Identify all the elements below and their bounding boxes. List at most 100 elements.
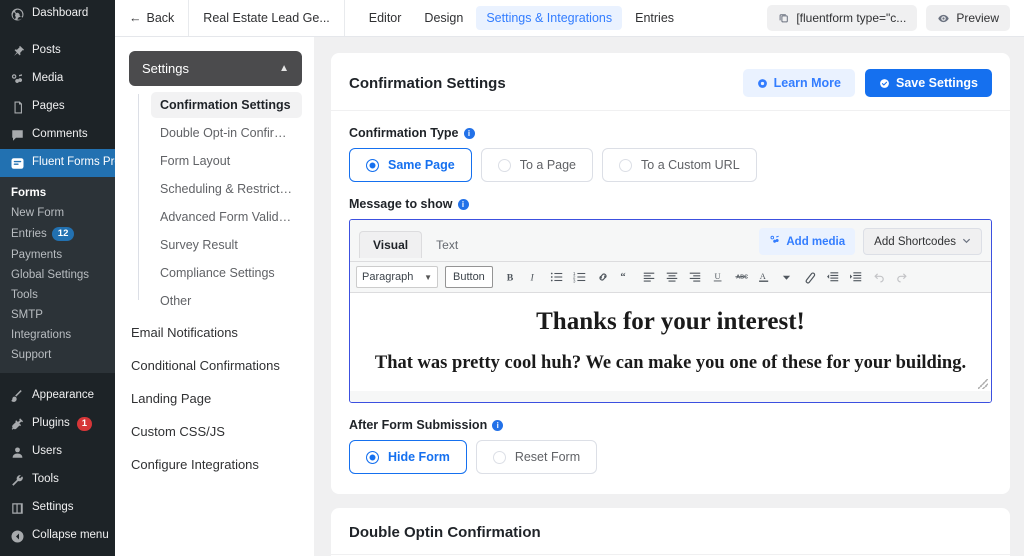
outdent-icon[interactable] [822,266,844,288]
settings-item-double-optin[interactable]: Double Opt-in Confirma... [151,120,302,146]
settings-item-configure-integrations[interactable]: Configure Integrations [129,448,302,481]
underline-icon[interactable]: U [707,266,729,288]
chevron-down-icon [962,236,971,248]
chevron-down-icon: ▼ [424,272,432,282]
editor-resize-handle[interactable] [978,379,988,389]
sidebar-item-users[interactable]: Users [0,438,115,466]
paragraph-format-select[interactable]: Paragraph ▼ [356,266,438,288]
bold-icon[interactable]: B [500,266,522,288]
sidebar-item-label: Dashboard [32,7,89,20]
submenu-item-global-settings[interactable]: Global Settings [0,265,115,285]
info-icon[interactable]: i [492,419,504,431]
sidebar-item-media[interactable]: Media [0,65,115,93]
sidebar-item-plugins[interactable]: Plugins 1 [0,410,115,438]
editor-tab-visual[interactable]: Visual [359,231,423,258]
sidebar-item-posts[interactable]: Posts [0,37,115,65]
settings-item-advanced-form-validation[interactable]: Advanced Form Validati... [151,204,302,230]
preview-button[interactable]: Preview [926,5,1010,31]
sidebar-item-comments[interactable]: Comments [0,121,115,149]
settings-item-form-layout[interactable]: Form Layout [151,148,302,174]
settings-item-compliance-settings[interactable]: Compliance Settings [151,260,302,286]
submenu-item-label: Tools [11,289,38,301]
bulleted-list-icon[interactable] [546,266,568,288]
settings-item-conditional-confirmations[interactable]: Conditional Confirmations [129,349,302,382]
submenu-item-payments[interactable]: Payments [0,245,115,265]
submenu-item-label: Forms [11,187,47,199]
undo-icon[interactable] [868,266,890,288]
insert-button-button[interactable]: Button [445,266,493,288]
settings-item-scheduling-restrictions[interactable]: Scheduling & Restrictions [151,176,302,202]
settings-group-header[interactable]: Settings ▲ [129,51,302,86]
tab-settings-integrations[interactable]: Settings & Integrations [476,6,623,30]
sidebar-item-pages[interactable]: Pages [0,93,115,121]
italic-icon[interactable]: I [523,266,545,288]
strikethrough-icon[interactable]: ABC [730,266,752,288]
editor-tab-text[interactable]: Text [422,231,472,258]
double-optin-title: Double Optin Confirmation [349,524,541,541]
save-settings-button[interactable]: Save Settings [865,69,992,97]
media-icon [769,234,781,249]
settings-item-confirmation-settings[interactable]: Confirmation Settings [151,92,302,118]
info-icon[interactable]: i [457,198,469,210]
add-shortcodes-button[interactable]: Add Shortcodes [863,228,982,255]
radio-to-a-page[interactable]: To a Page [480,148,594,182]
learn-more-button[interactable]: Learn More [742,69,856,97]
confirmation-settings-card: Confirmation Settings Learn More Save Se… [331,53,1010,494]
settings-item-other[interactable]: Other [151,288,302,314]
info-icon[interactable]: i [463,127,475,139]
settings-item-custom-css-js[interactable]: Custom CSS/JS [129,415,302,448]
sidebar-item-tools[interactable]: Tools [0,466,115,494]
sidebar-item-appearance[interactable]: Appearance [0,382,115,410]
radio-to-a-custom-url[interactable]: To a Custom URL [602,148,757,182]
blockquote-icon[interactable]: “ [615,266,637,288]
chevron-down-icon[interactable] [776,266,798,288]
link-icon[interactable] [592,266,614,288]
submenu-item-forms[interactable]: Forms [0,183,115,203]
add-media-button[interactable]: Add media [759,228,856,255]
settings-item-landing-page[interactable]: Landing Page [129,382,302,415]
radio-reset-form[interactable]: Reset Form [475,440,598,474]
clear-formatting-icon[interactable] [799,266,821,288]
sidebar-item-label: Comments [32,128,88,141]
svg-text:I: I [529,273,534,284]
submenu-item-label: Entries [11,228,47,240]
shortcode-copy-button[interactable]: [fluentform type="c... [767,5,918,31]
editor-content-area[interactable]: Thanks for your interest! That was prett… [350,293,991,391]
svg-text:3: 3 [573,278,576,283]
add-shortcodes-label: Add Shortcodes [874,235,956,248]
submenu-item-integrations[interactable]: Integrations [0,325,115,345]
settings-item-email-notifications[interactable]: Email Notifications [129,316,302,349]
align-right-icon[interactable] [684,266,706,288]
indent-icon[interactable] [845,266,867,288]
radio-same-page[interactable]: Same Page [349,148,472,182]
tab-design[interactable]: Design [414,6,473,30]
submenu-item-support[interactable]: Support [0,345,115,365]
align-center-icon[interactable] [661,266,683,288]
settings-item-survey-result[interactable]: Survey Result [151,232,302,258]
editor-toolbar: Paragraph ▼ Button B I 123 “ U ABC A [350,261,991,293]
settings-panel: Confirmation Settings Learn More Save Se… [315,37,1024,556]
tab-editor[interactable]: Editor [359,6,412,30]
topbar-tabs: Editor Design Settings & Integrations En… [345,0,692,36]
redo-icon[interactable] [891,266,913,288]
svg-text:ABC: ABC [736,274,748,280]
main-region: ← Back Real Estate Lead Ge... Editor Des… [115,0,1024,556]
submenu-item-new-form[interactable]: New Form [0,203,115,223]
wysiwyg-editor[interactable]: Visual Text Add media Add Shortcodes Par… [349,219,992,403]
submenu-item-tools[interactable]: Tools [0,285,115,305]
sidebar-item-collapse-menu[interactable]: Collapse menu [0,522,115,550]
tab-entries[interactable]: Entries [625,6,684,30]
align-left-icon[interactable] [638,266,660,288]
sidebar-item-dashboard[interactable]: Dashboard [0,0,115,28]
text-color-icon[interactable]: A [753,266,775,288]
submenu-item-label: Payments [11,249,63,261]
sidebar-item-settings[interactable]: Settings [0,494,115,522]
back-button[interactable]: ← Back [115,0,190,36]
plugins-update-badge: 1 [76,417,93,431]
numbered-list-icon[interactable]: 123 [569,266,591,288]
submenu-item-entries[interactable]: Entries 12 [0,223,115,245]
submenu-item-smtp[interactable]: SMTP [0,305,115,325]
message-to-show-label: Message to show i [349,197,992,211]
sidebar-item-fluent-forms-pro[interactable]: Fluent Forms Pro [0,149,115,177]
radio-hide-form[interactable]: Hide Form [349,440,467,474]
